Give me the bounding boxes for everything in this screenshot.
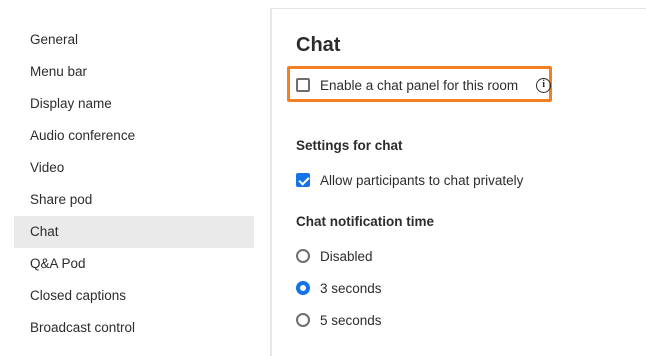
allow-private-chat-row: Allow participants to chat privately xyxy=(296,170,523,190)
sidebar-item-share-pod[interactable]: Share pod xyxy=(14,184,254,216)
settings-for-chat-heading: Settings for chat xyxy=(296,138,403,153)
vertical-divider xyxy=(270,8,272,356)
sidebar: General Menu bar Display name Audio conf… xyxy=(14,24,254,344)
allow-private-chat-checkbox[interactable] xyxy=(296,173,310,187)
sidebar-item-broadcast-control[interactable]: Broadcast control xyxy=(14,312,254,344)
enable-chat-checkbox[interactable] xyxy=(296,78,310,92)
sidebar-item-qa-pod[interactable]: Q&A Pod xyxy=(14,248,254,280)
radio-disabled[interactable] xyxy=(296,249,310,263)
radio-disabled-label[interactable]: Disabled xyxy=(320,249,373,264)
notification-option-3-seconds: 3 seconds xyxy=(296,278,382,298)
info-icon[interactable]: i xyxy=(536,77,552,93)
sidebar-item-display-name[interactable]: Display name xyxy=(14,88,254,120)
sidebar-item-general[interactable]: General xyxy=(14,24,254,56)
radio-5-seconds-label[interactable]: 5 seconds xyxy=(320,313,382,328)
top-divider xyxy=(270,8,646,9)
allow-private-chat-label[interactable]: Allow participants to chat privately xyxy=(320,173,523,188)
notification-option-disabled: Disabled xyxy=(296,246,373,266)
sidebar-item-closed-captions[interactable]: Closed captions xyxy=(14,280,254,312)
settings-dialog: General Menu bar Display name Audio conf… xyxy=(0,0,646,356)
chat-notification-time-heading: Chat notification time xyxy=(296,214,434,229)
enable-chat-row: Enable a chat panel for this room i xyxy=(296,75,552,95)
notification-option-5-seconds: 5 seconds xyxy=(296,310,382,330)
radio-3-seconds-label[interactable]: 3 seconds xyxy=(320,281,382,296)
radio-3-seconds[interactable] xyxy=(296,281,310,295)
page-title: Chat xyxy=(296,34,341,56)
sidebar-item-audio-conference[interactable]: Audio conference xyxy=(14,120,254,152)
sidebar-item-video[interactable]: Video xyxy=(14,152,254,184)
radio-5-seconds[interactable] xyxy=(296,313,310,327)
sidebar-item-menu-bar[interactable]: Menu bar xyxy=(14,56,254,88)
enable-chat-label[interactable]: Enable a chat panel for this room xyxy=(320,78,518,93)
sidebar-item-chat[interactable]: Chat xyxy=(14,216,254,248)
